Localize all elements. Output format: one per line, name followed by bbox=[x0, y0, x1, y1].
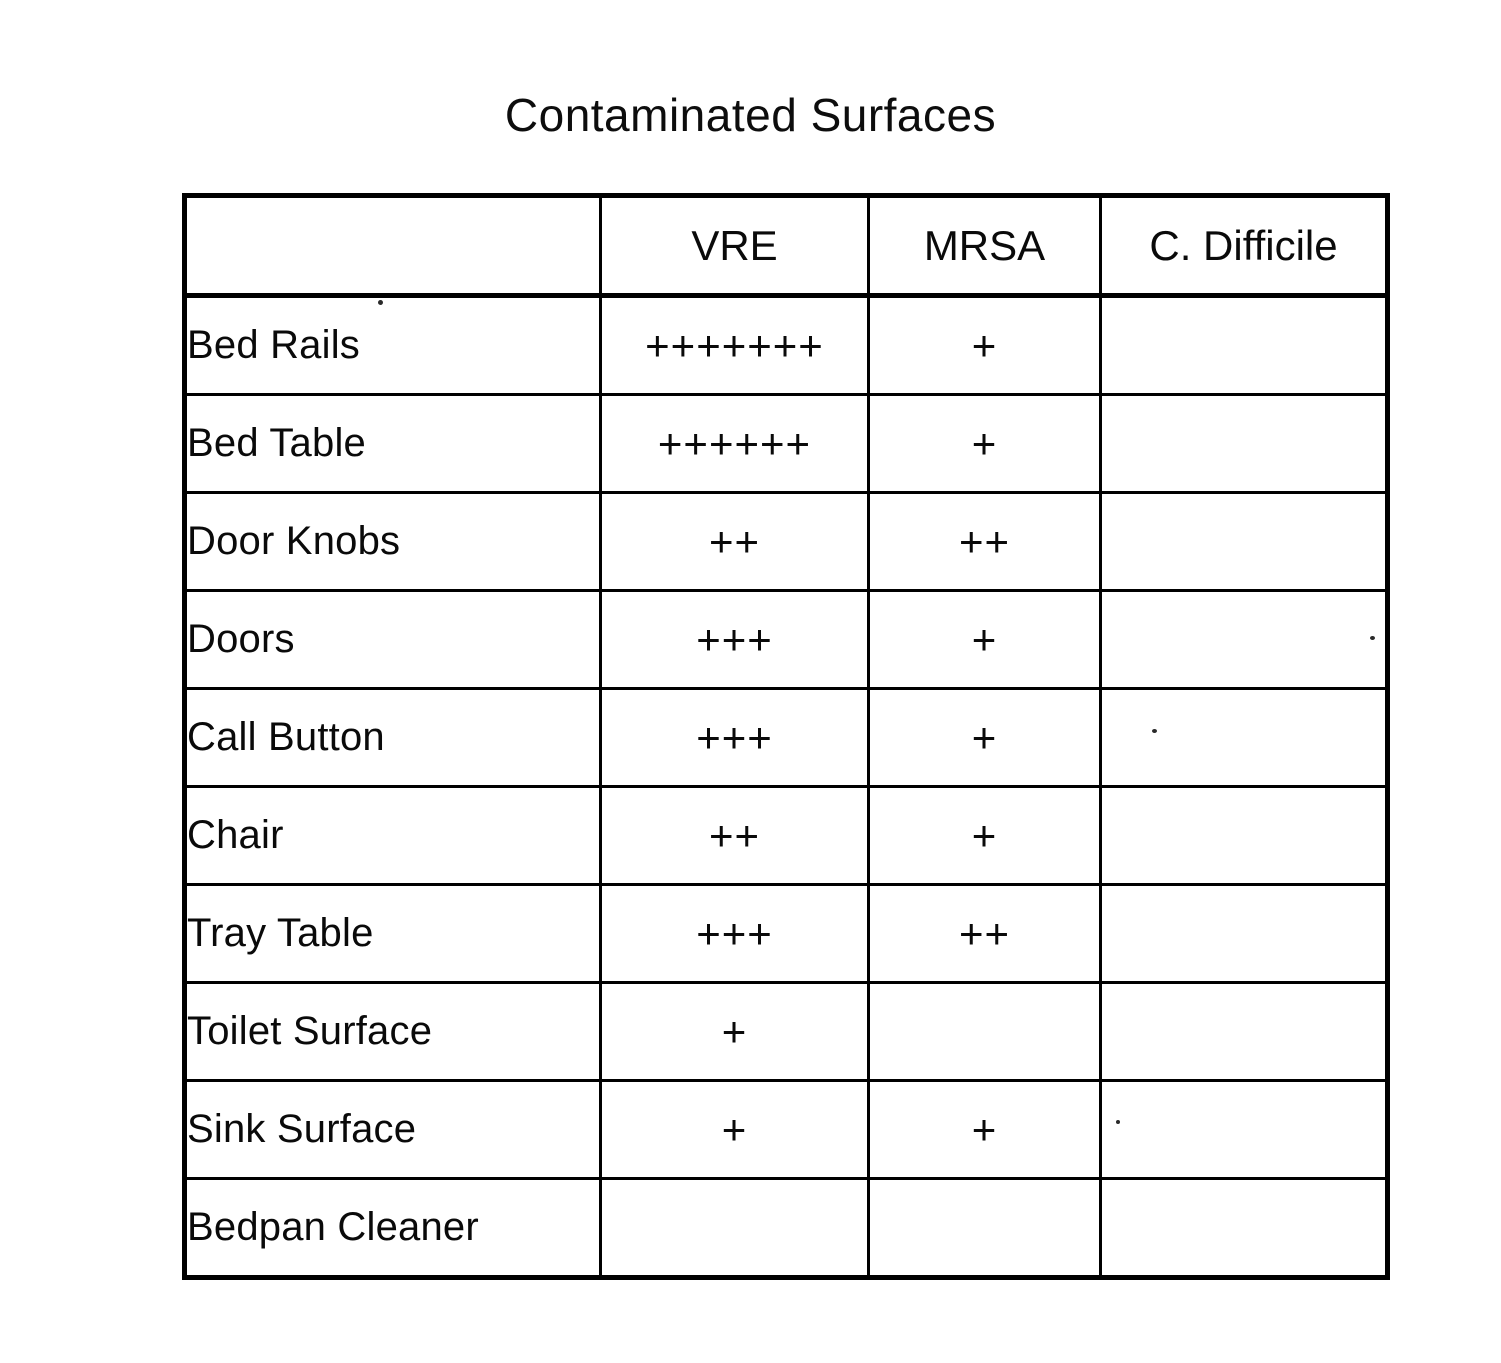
mark-cell-mrsa: + bbox=[867, 294, 1102, 396]
mark-cell-vre: ++++++ bbox=[599, 393, 870, 494]
column-header-vre: VRE bbox=[599, 194, 870, 298]
row-label-cell: Door Knobs bbox=[183, 491, 602, 592]
mark-cell-c-difficile bbox=[1099, 491, 1389, 592]
mark-cell-vre: +++++++ bbox=[599, 294, 870, 396]
mark-cell-c-difficile bbox=[1099, 294, 1389, 396]
mark-cell-vre: ++ bbox=[599, 785, 870, 886]
mark-cell-c-difficile bbox=[1099, 393, 1389, 494]
mark-cell-vre: ++ bbox=[599, 491, 870, 592]
row-label-cell: Doors bbox=[183, 589, 602, 690]
table-row: Tray Table +++ ++ bbox=[183, 883, 1389, 984]
row-label-cell: Chair bbox=[183, 785, 602, 886]
mark-cell-vre bbox=[599, 1177, 870, 1279]
table-row: Bed Rails +++++++ + bbox=[183, 294, 1389, 396]
mark-cell-vre: +++ bbox=[599, 687, 870, 788]
column-header-cdifficile: C. Difficile bbox=[1099, 194, 1389, 298]
table-row: Call Button +++ + bbox=[183, 687, 1389, 788]
mark-cell-mrsa: + bbox=[867, 687, 1102, 788]
mark-cell-mrsa: ++ bbox=[867, 883, 1102, 984]
table-row: Bedpan Cleaner bbox=[183, 1177, 1389, 1279]
mark-cell-vre: +++ bbox=[599, 589, 870, 690]
column-header-mrsa: MRSA bbox=[867, 194, 1102, 298]
mark-cell-vre: +++ bbox=[599, 883, 870, 984]
mark-cell-mrsa: + bbox=[867, 589, 1102, 690]
page-title: Contaminated Surfaces bbox=[504, 89, 997, 141]
contaminated-surfaces-table-container: VRE MRSA C. Difficile Bed Rails +++++++ + B… bbox=[182, 193, 1390, 1280]
mark-cell-c-difficile bbox=[1099, 981, 1389, 1082]
column-header-surface bbox=[184, 194, 602, 298]
mark-cell-vre: + bbox=[599, 1079, 870, 1180]
table-header-row: VRE MRSA C. Difficile bbox=[184, 194, 1389, 298]
table-row: Toilet Surface + bbox=[183, 981, 1389, 1082]
row-label-cell: Tray Table bbox=[183, 883, 602, 984]
contaminated-surfaces-table: VRE MRSA C. Difficile Bed Rails +++++++ + B… bbox=[182, 193, 1390, 1280]
mark-cell-mrsa: ++ bbox=[867, 491, 1102, 592]
table-body: Bed Rails +++++++ + Bed Table ++++++ + Door Kn… bbox=[183, 294, 1389, 1279]
table-row: Door Knobs ++ ++ bbox=[183, 491, 1389, 592]
row-label-cell: Call Button bbox=[183, 687, 602, 788]
mark-cell-mrsa bbox=[867, 981, 1102, 1082]
mark-cell-mrsa: + bbox=[867, 393, 1102, 494]
table-row: Doors +++ + bbox=[183, 589, 1389, 690]
mark-cell-vre: + bbox=[599, 981, 870, 1082]
mark-cell-c-difficile bbox=[1099, 785, 1389, 886]
mark-cell-c-difficile bbox=[1099, 687, 1389, 788]
table-row: Sink Surface + + bbox=[183, 1079, 1389, 1180]
row-label-cell: Sink Surface bbox=[183, 1079, 602, 1180]
row-label-cell: Bed Rails bbox=[183, 294, 602, 396]
mark-cell-mrsa: + bbox=[867, 785, 1102, 886]
table-header: VRE MRSA C. Difficile bbox=[184, 194, 1389, 298]
row-label-cell: Bed Table bbox=[183, 393, 602, 494]
table-row: Bed Table ++++++ + bbox=[183, 393, 1389, 494]
mark-cell-c-difficile bbox=[1099, 1177, 1389, 1279]
mark-cell-c-difficile bbox=[1099, 589, 1389, 690]
table-row: Chair ++ + bbox=[183, 785, 1389, 886]
row-label-cell: Bedpan Cleaner bbox=[183, 1177, 602, 1279]
mark-cell-c-difficile bbox=[1099, 1079, 1389, 1180]
mark-cell-c-difficile bbox=[1099, 883, 1389, 984]
mark-cell-mrsa: + bbox=[867, 1079, 1102, 1180]
mark-cell-mrsa bbox=[867, 1177, 1102, 1279]
row-label-cell: Toilet Surface bbox=[183, 981, 602, 1082]
